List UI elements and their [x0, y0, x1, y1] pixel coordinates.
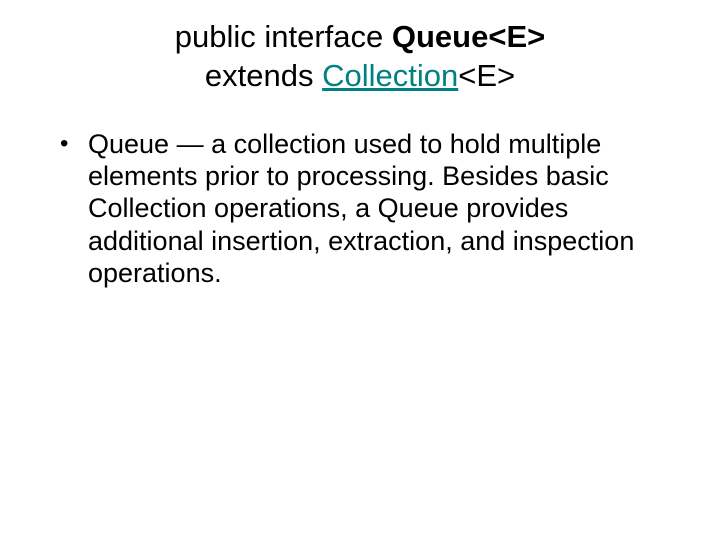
slide-title: public interface Queue<E> extends Collec…: [48, 18, 672, 96]
title-text-1: public interface: [175, 19, 392, 54]
title-link-collection[interactable]: Collection: [322, 58, 458, 93]
slide: public interface Queue<E> extends Collec…: [0, 0, 720, 540]
title-text-3: extends: [205, 58, 322, 93]
list-item: Queue — a collection used to hold multip…: [60, 128, 672, 290]
title-text-5: <E>: [458, 58, 515, 93]
slide-body-list: Queue — a collection used to hold multip…: [48, 128, 672, 290]
title-text-bold: Queue<E>: [392, 19, 545, 54]
